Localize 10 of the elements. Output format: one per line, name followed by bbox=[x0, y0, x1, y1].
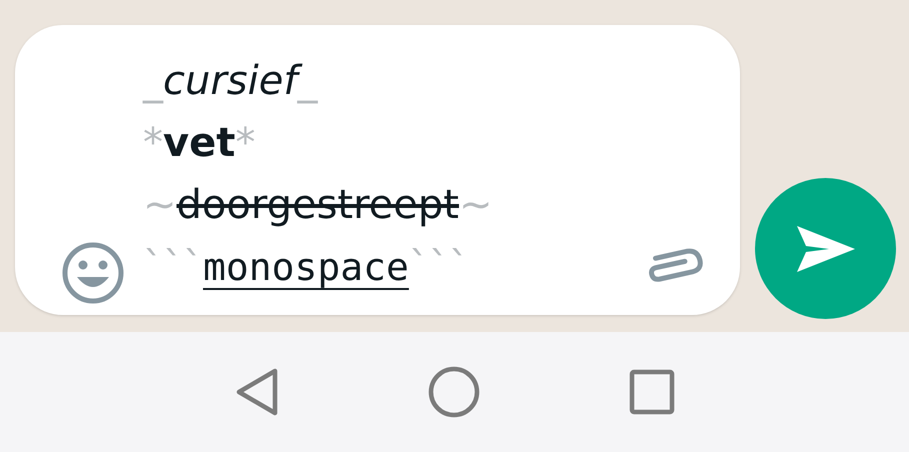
emoji-icon[interactable] bbox=[61, 241, 125, 305]
formatted-text-line: ```monospace``` bbox=[143, 243, 470, 292]
formatted-text-line: _cursief_ bbox=[143, 57, 319, 106]
formatted-text-line: ~doorgestreept~ bbox=[143, 181, 492, 230]
message-input-field[interactable]: _cursief_ *vet* ~doorgestreept~ ```monospace``` bbox=[15, 25, 740, 315]
formatted-text-line: *vet* bbox=[143, 119, 256, 168]
overview-icon[interactable] bbox=[628, 369, 675, 415]
send-icon bbox=[796, 226, 854, 272]
home-icon[interactable] bbox=[428, 366, 480, 418]
back-icon[interactable] bbox=[234, 367, 280, 417]
